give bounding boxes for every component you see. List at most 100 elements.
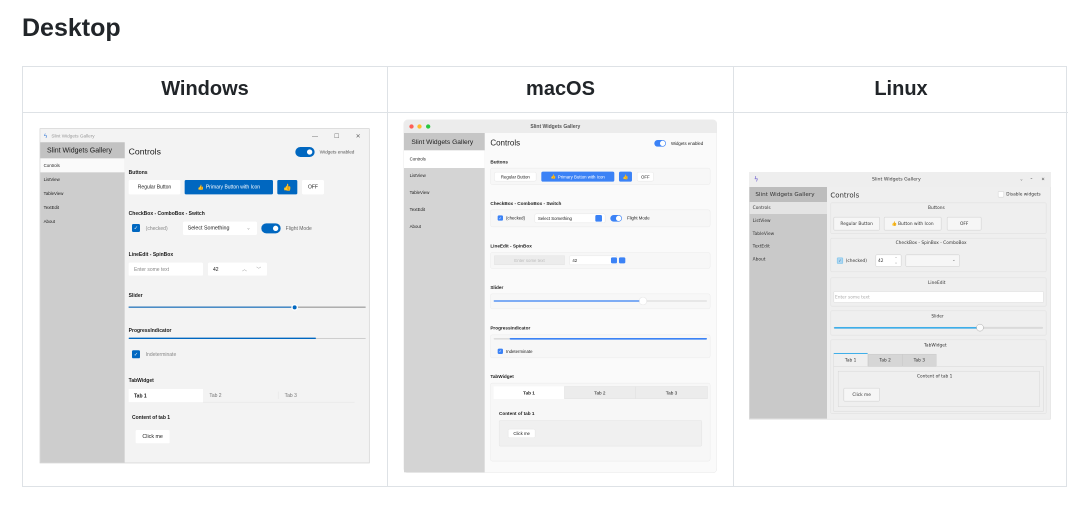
tab-1[interactable]: Tab 1 xyxy=(833,352,868,367)
regular-button[interactable]: Regular Button xyxy=(833,216,880,231)
slider-thumb[interactable] xyxy=(976,323,984,332)
spin-up-icon[interactable] xyxy=(610,257,617,264)
sidebar-item-textedit[interactable]: TextEdit xyxy=(753,244,770,249)
click-me-button[interactable]: Click me xyxy=(843,387,880,402)
thumbs-up-icon: 👍 xyxy=(891,221,898,227)
icon-button-label: Button with Icon xyxy=(898,221,934,227)
column-header-macos: macOS xyxy=(388,67,733,113)
sidebar-item-tableview[interactable]: TableView xyxy=(753,231,774,236)
combobox-value: Select Something xyxy=(187,225,230,231)
switch-label: Flight Mode xyxy=(285,225,312,232)
slider[interactable] xyxy=(833,323,1043,332)
regular-button[interactable]: Regular Button xyxy=(128,179,181,195)
text-input[interactable]: Enter some text xyxy=(494,255,565,265)
toggle-button[interactable]: OFF xyxy=(301,179,324,195)
spinbox-value: 42 xyxy=(212,266,219,273)
slider[interactable] xyxy=(493,297,707,305)
switch-label: Widgets enabled xyxy=(319,148,355,155)
tab-3[interactable]: Tab 3 xyxy=(902,353,937,367)
tab-2[interactable]: Tab 2 xyxy=(867,353,903,367)
tab-2[interactable]: Tab 2 xyxy=(209,392,221,398)
maximize-icon[interactable] xyxy=(425,124,431,129)
window-title: Slint Widgets Gallery xyxy=(530,123,581,130)
icon-button[interactable]: 👍 Button with Icon xyxy=(883,216,942,231)
thumbs-up-icon: 👍 xyxy=(550,173,557,179)
maximize-icon[interactable]: ⌃ xyxy=(1030,177,1034,182)
section-heading: Slider xyxy=(490,284,504,290)
tab-3[interactable]: Tab 3 xyxy=(635,386,708,399)
macos-screenshot: Slint Widgets Gallery Slint Widgets Gall… xyxy=(402,118,720,474)
primary-button[interactable]: 👍 Primary Button with Icon xyxy=(184,179,273,195)
section-heading: CheckBox - ComboBox - Switch xyxy=(490,200,562,206)
click-me-button[interactable]: Click me xyxy=(507,428,536,438)
section-heading: Slider xyxy=(931,313,944,319)
sidebar-item-tableview[interactable]: TableView xyxy=(44,191,64,196)
checkbox[interactable]: ✓ xyxy=(131,223,140,232)
primary-button[interactable]: 👍 Primary Button with Icon xyxy=(541,171,615,182)
sidebar-item-about[interactable]: About xyxy=(410,224,421,229)
section-heading: ProgressIndicator xyxy=(128,327,172,334)
combobox-arrow-icon xyxy=(595,214,602,222)
tab-1[interactable]: Tab 1 xyxy=(128,388,203,403)
combobox-value: Select Something xyxy=(537,215,572,221)
slider-thumb[interactable] xyxy=(291,303,298,311)
section-heading: LineEdit - SpinBox xyxy=(128,251,174,258)
flight-mode-switch[interactable] xyxy=(610,214,622,222)
sidebar-item-listview[interactable]: ListView xyxy=(44,177,60,182)
click-me-button[interactable]: Click me xyxy=(135,429,170,444)
flight-mode-switch[interactable] xyxy=(261,223,281,234)
thumbs-up-icon: 👍 xyxy=(622,173,629,180)
sidebar-item-listview[interactable]: ListView xyxy=(410,173,426,178)
minimize-icon[interactable]: — xyxy=(312,132,318,139)
sidebar-item-tableview[interactable]: TableView xyxy=(410,190,430,195)
switch-label: Widgets enabled xyxy=(670,140,704,146)
chevron-up-icon[interactable]: ︿ xyxy=(242,266,247,273)
tab-content-label: Content of tab 1 xyxy=(498,410,535,416)
icon-button[interactable]: 👍 xyxy=(277,179,298,195)
chevron-down-icon: ⌄ xyxy=(951,257,956,263)
sidebar-item-textedit[interactable]: TextEdit xyxy=(44,205,59,210)
sidebar-item-textedit[interactable]: TextEdit xyxy=(410,207,425,212)
disable-widgets-checkbox[interactable] xyxy=(997,191,1004,198)
checkbox[interactable]: ✓ xyxy=(497,215,503,221)
tab-2[interactable]: Tab 2 xyxy=(564,386,636,399)
spin-down-icon[interactable]: ⌄ xyxy=(895,261,898,265)
close-icon[interactable] xyxy=(409,124,414,129)
indeterminate-checkbox[interactable]: ✓ xyxy=(497,348,503,354)
spinbox-value: 42 xyxy=(572,257,578,263)
sidebar-item-label: Controls xyxy=(409,156,426,162)
sidebar-item-about[interactable]: About xyxy=(753,257,766,262)
spinbox-value: 42 xyxy=(877,258,884,264)
checkbox-label: (checked) xyxy=(145,225,168,232)
close-icon[interactable]: ✕ xyxy=(1041,177,1045,182)
section-heading: TabWidget xyxy=(490,373,514,379)
tab-3[interactable]: Tab 3 xyxy=(285,392,297,398)
sidebar-item-label: Controls xyxy=(43,162,60,168)
switch-label: Flight Mode xyxy=(626,215,650,221)
regular-button[interactable]: Regular Button xyxy=(494,171,537,182)
icon-button[interactable]: 👍 xyxy=(618,171,632,182)
chevron-down-icon[interactable]: ﹀ xyxy=(256,266,261,273)
chevron-down-icon: ⌄ xyxy=(246,224,251,231)
maximize-icon[interactable]: ☐ xyxy=(334,132,339,139)
slider[interactable] xyxy=(128,303,366,311)
spin-down-icon[interactable] xyxy=(618,257,626,264)
slider-thumb[interactable] xyxy=(639,297,647,305)
widgets-enabled-switch[interactable] xyxy=(654,139,666,147)
checkbox[interactable]: ✓ xyxy=(836,257,843,264)
toggle-button[interactable]: OFF xyxy=(946,216,982,231)
column-header-windows: Windows xyxy=(23,67,387,113)
thumbs-up-icon: 👍 xyxy=(197,184,204,191)
indeterminate-checkbox[interactable]: ✓ xyxy=(131,350,140,359)
section-heading: Buttons xyxy=(490,158,508,165)
minimize-icon[interactable]: ⌄ xyxy=(1020,177,1024,182)
toggle-button[interactable]: OFF xyxy=(636,171,654,182)
tab-1[interactable]: Tab 1 xyxy=(493,386,565,399)
sidebar-item-listview[interactable]: ListView xyxy=(753,218,771,223)
checkbox-label: Indeterminate xyxy=(145,351,177,358)
widgets-enabled-switch[interactable] xyxy=(295,146,315,157)
close-icon[interactable]: ✕ xyxy=(356,132,361,139)
sidebar-item-about[interactable]: About xyxy=(44,219,55,224)
page-heading: Desktop xyxy=(22,14,121,42)
minimize-icon[interactable] xyxy=(417,124,422,129)
